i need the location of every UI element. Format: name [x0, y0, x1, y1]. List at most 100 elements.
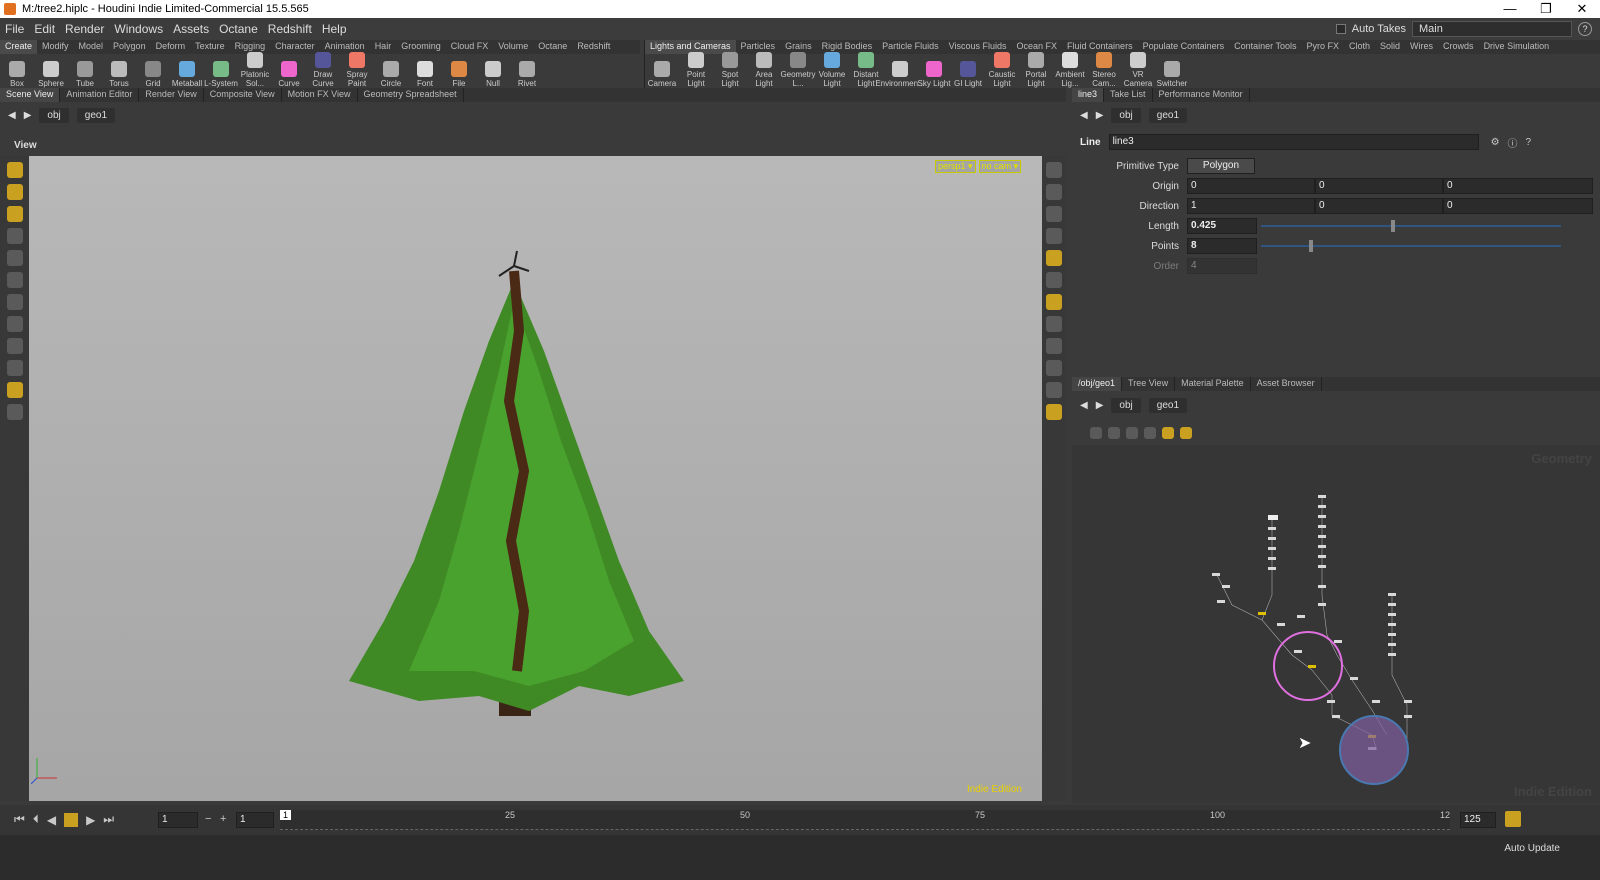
no-cam-menu[interactable]: no cam ▾: [978, 160, 1022, 173]
shelf-tool-button[interactable]: Geometry L...: [780, 52, 816, 88]
origin-y-field[interactable]: 0: [1315, 178, 1443, 194]
shelf-tool-button[interactable]: Ambient Lig...: [1053, 52, 1087, 88]
forward-icon[interactable]: ▶: [1096, 110, 1104, 121]
shelf-tab[interactable]: Crowds: [1438, 40, 1479, 54]
shelf-tool-button[interactable]: Draw Curve: [306, 52, 340, 88]
shelf-tool-button[interactable]: Switcher: [1155, 61, 1189, 88]
shelf-tool-button[interactable]: File: [442, 61, 476, 88]
menu-render[interactable]: Render: [60, 22, 109, 36]
play-reverse-icon[interactable]: ◀: [47, 813, 56, 827]
shelf-tool-button[interactable]: Volume Light: [815, 52, 849, 88]
scale-tool-icon[interactable]: [6, 294, 23, 310]
shelf-tool-button[interactable]: Area Light: [747, 52, 781, 88]
shelf-tab[interactable]: Cloud FX: [446, 40, 494, 54]
jump-start-icon[interactable]: ⏮: [14, 812, 25, 827]
play-icon[interactable]: ▶: [86, 813, 95, 827]
shelf-tab[interactable]: Cloth: [1344, 40, 1375, 54]
note-icon[interactable]: [1162, 426, 1174, 439]
maximize-icon[interactable]: ❐: [1528, 1, 1564, 17]
path-node[interactable]: geo1: [1148, 107, 1188, 123]
shelf-tab[interactable]: Drive Simulation: [1479, 40, 1555, 54]
shelf-tool-button[interactable]: Rivet: [510, 61, 544, 88]
length-slider[interactable]: [1261, 220, 1561, 232]
shelf-tool-button[interactable]: GI Light: [951, 61, 985, 88]
info-icon[interactable]: ⓘ: [1508, 135, 1518, 150]
shelf-tool-button[interactable]: Grid: [136, 61, 170, 88]
viewer-tab[interactable]: Geometry Spreadsheet: [358, 88, 464, 102]
points-slider[interactable]: [1261, 240, 1561, 252]
path-node[interactable]: geo1: [1148, 397, 1188, 413]
shelf-tool-button[interactable]: Caustic Light: [985, 52, 1019, 88]
viewer-tab[interactable]: Composite View: [204, 88, 282, 102]
light-icon[interactable]: [1046, 250, 1062, 266]
shading-icon[interactable]: [1046, 228, 1062, 244]
magnet-tool-icon[interactable]: [6, 338, 23, 354]
shelf-tool-button[interactable]: Platonic Sol...: [238, 52, 272, 88]
lasso-tool-icon[interactable]: [6, 360, 23, 376]
shelf-tool-button[interactable]: Box: [0, 61, 34, 88]
points-field[interactable]: 8: [1187, 238, 1257, 254]
vertex-icon[interactable]: [1046, 360, 1062, 376]
shelf-tab[interactable]: Container Tools: [1229, 40, 1301, 54]
persp-camera-menu[interactable]: persp1 ▾: [935, 160, 976, 173]
end-frame-field[interactable]: 125: [1460, 812, 1496, 828]
scene-viewport[interactable]: persp1 ▾ no cam ▾ Indie Edition: [29, 156, 1042, 801]
shelf-tab[interactable]: Create: [0, 40, 38, 54]
shelf-tool-button[interactable]: L-System: [204, 61, 238, 88]
shelf-tab[interactable]: Texture: [190, 40, 230, 54]
list-icon[interactable]: [1108, 426, 1120, 439]
move-tool-icon[interactable]: [6, 250, 23, 266]
back-icon[interactable]: ◀: [8, 110, 16, 121]
ghost-icon[interactable]: [1046, 206, 1062, 222]
menu-octane[interactable]: Octane: [214, 22, 263, 36]
close-icon[interactable]: ✕: [1564, 1, 1600, 17]
length-field[interactable]: 0.425: [1187, 218, 1257, 234]
shelf-tool-button[interactable]: Metaball: [170, 61, 204, 88]
shelf-tool-button[interactable]: VR Camera: [1121, 52, 1155, 88]
start-frame-field[interactable]: 1: [236, 812, 274, 828]
shelf-tab[interactable]: Wires: [1405, 40, 1438, 54]
stop-icon[interactable]: [64, 812, 79, 827]
prim-numbers-icon[interactable]: [1046, 338, 1062, 354]
path-root[interactable]: obj: [39, 107, 69, 123]
shelf-tool-button[interactable]: Sky Light: [917, 61, 951, 88]
viewer-tab[interactable]: Scene View: [0, 88, 61, 102]
display-icon[interactable]: [1046, 162, 1062, 178]
viewer-tab[interactable]: Animation Editor: [60, 88, 140, 102]
shelf-tool-button[interactable]: Spot Light: [713, 52, 747, 88]
lock-icon[interactable]: [1046, 184, 1062, 200]
zoom-icon[interactable]: [1505, 811, 1521, 827]
help-icon[interactable]: ?: [1578, 22, 1592, 36]
gear-icon[interactable]: ⚙: [1491, 137, 1500, 148]
shelf-tool-button[interactable]: Spray Paint: [340, 52, 374, 88]
shelf-tab[interactable]: Deform: [151, 40, 191, 54]
shelf-tab[interactable]: Grooming: [396, 40, 446, 54]
uv-icon[interactable]: [1046, 382, 1062, 398]
menu-edit[interactable]: Edit: [29, 22, 60, 36]
desktop-select[interactable]: Main: [1412, 21, 1572, 37]
path-root[interactable]: obj: [1111, 397, 1141, 413]
camera-tool-icon[interactable]: [6, 404, 23, 420]
help-icon[interactable]: ?: [1526, 137, 1532, 148]
direction-y-field[interactable]: 0: [1315, 198, 1443, 214]
shelf-tool-button[interactable]: Sphere: [34, 61, 68, 88]
primitive-type-select[interactable]: Polygon: [1187, 158, 1255, 174]
rotate-tool-icon[interactable]: [6, 272, 23, 288]
shelf-tool-button[interactable]: Environmen...: [875, 61, 925, 88]
shelf-tool-button[interactable]: Stereo Cam...: [1087, 52, 1121, 88]
param-tab[interactable]: line3: [1072, 88, 1105, 102]
shelf-tab[interactable]: Model: [74, 40, 109, 54]
shelf-tool-button[interactable]: Portal Light: [1019, 52, 1053, 88]
menu-redshift[interactable]: Redshift: [263, 22, 317, 36]
view-tool-icon[interactable]: [6, 382, 23, 398]
snap-tool-icon[interactable]: [6, 316, 23, 332]
jump-end-icon[interactable]: ⏭: [103, 812, 114, 827]
step-back-icon[interactable]: ⏴: [33, 812, 39, 827]
shelf-tab[interactable]: Particle Fluids: [877, 40, 944, 54]
menu-windows[interactable]: Windows: [109, 22, 168, 36]
menu-file[interactable]: File: [0, 22, 29, 36]
path-node[interactable]: geo1: [76, 107, 116, 123]
network-tab[interactable]: Asset Browser: [1251, 377, 1322, 391]
network-tab[interactable]: Material Palette: [1175, 377, 1251, 391]
shelf-tab[interactable]: Polygon: [108, 40, 151, 54]
